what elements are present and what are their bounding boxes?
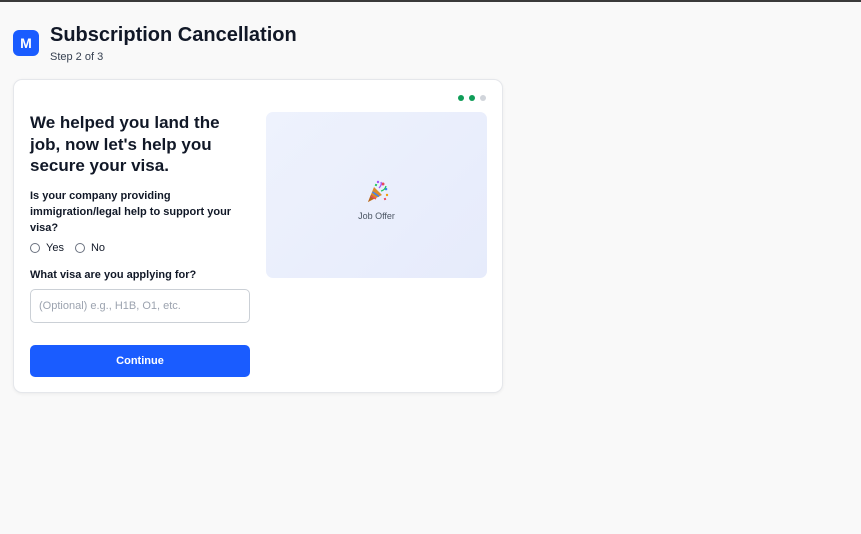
page-header: M Subscription Cancellation Step 2 of 3 [13,24,297,63]
progress-dot-3 [480,95,486,101]
form-column: We helped you land the job, now let's he… [30,112,251,377]
visa-type-input[interactable] [30,288,250,323]
job-offer-preview: Job Offer [266,112,487,278]
radio-yes-circle[interactable] [30,242,40,253]
radio-no[interactable]: No [74,241,106,254]
top-rule [0,0,861,2]
headline: We helped you land the job, now let's he… [30,113,220,175]
question-company-support: Is your company providing immigration/le… [30,189,232,234]
radio-yes[interactable]: Yes [30,242,64,254]
page-title: Subscription Cancellation [50,24,297,46]
header-titles: Subscription Cancellation Step 2 of 3 [50,24,297,63]
progress-dot-1 [458,95,464,101]
radio-no-circle[interactable] [74,242,85,253]
brand-logo: M [13,30,39,56]
cancellation-card: We helped you land the job, now let's he… [13,79,503,393]
progress-dot-2 [469,95,475,101]
radio-yes-label: Yes [46,241,64,254]
radio-no-label: No [90,241,106,254]
step-indicator: Step 2 of 3 [50,51,104,63]
party-popper-icon [367,180,388,202]
continue-button[interactable]: Continue [30,344,250,377]
progress-dots [458,95,486,101]
preview-label: Job Offer [358,211,395,221]
question-visa-type: What visa are you applying for? [30,268,197,281]
support-radio-group: Yes No [30,242,251,254]
